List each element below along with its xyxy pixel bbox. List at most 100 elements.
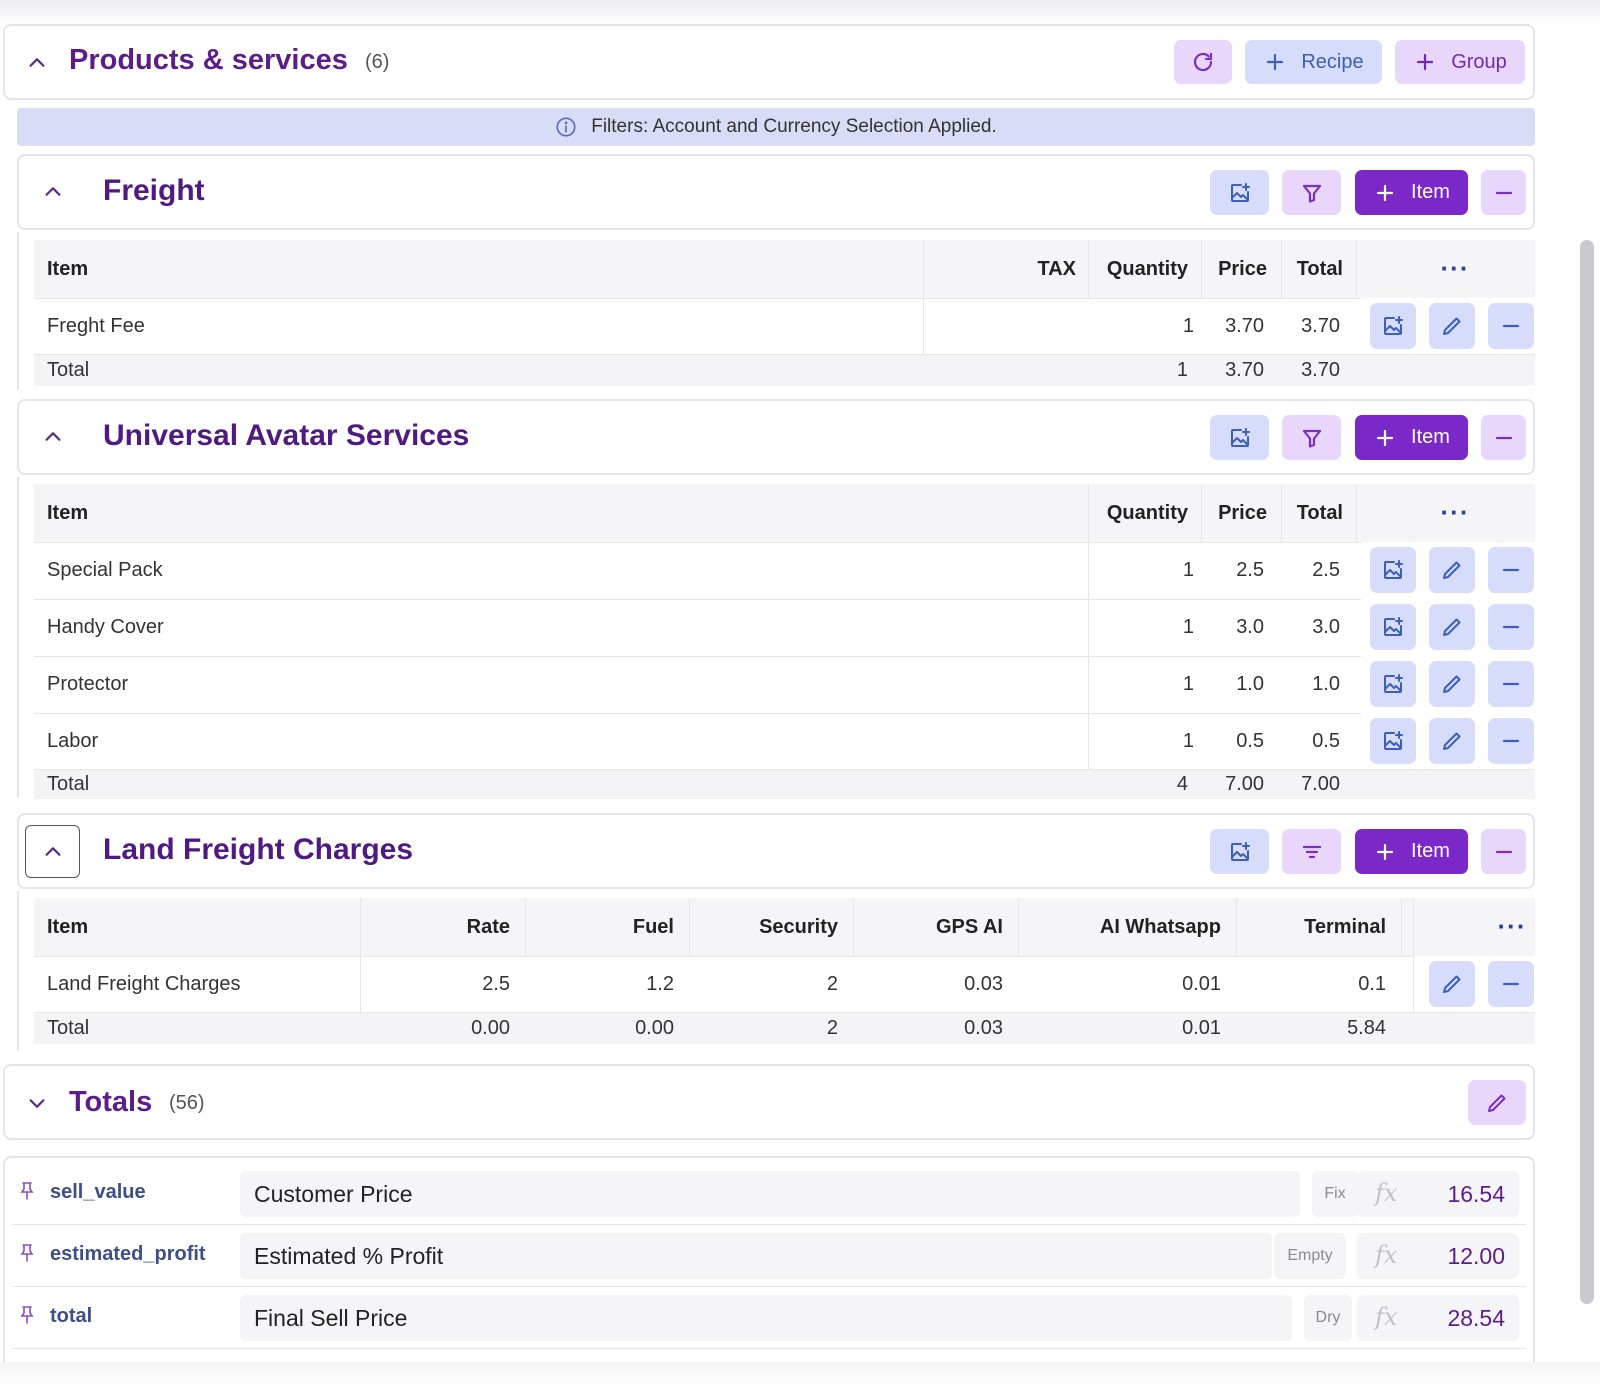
totals-label-field[interactable]: Customer Price [240,1171,1300,1217]
universal-add-item-button[interactable]: Item [1355,415,1468,460]
add-group-button[interactable]: Group [1395,40,1525,84]
chevron-up-icon[interactable] [22,48,52,78]
column-header-price[interactable]: Price [1201,240,1267,298]
row-add-image-button[interactable] [1370,547,1416,593]
column-header-item[interactable]: Item [47,898,88,956]
totals-mode-badge[interactable]: Empty [1274,1233,1346,1279]
column-header-quantity[interactable]: Quantity [1088,240,1188,298]
universal-row-price: 2.5 [1236,559,1264,581]
freight-add-image-button[interactable] [1210,170,1269,215]
column-header-security[interactable]: Security [689,898,838,956]
minus-icon [1502,568,1520,572]
add-item-label: Item [1411,840,1450,862]
column-header-gps[interactable]: GPS AI [853,898,1003,956]
plus-icon [1417,53,1434,71]
universal-row-total: 1.0 [1312,673,1340,695]
column-header-fuel[interactable]: Fuel [525,898,674,956]
totals-mode-badge[interactable]: Fix [1312,1171,1358,1217]
column-header-price[interactable]: Price [1201,484,1267,542]
row-edit-button[interactable] [1429,718,1475,764]
image-add-icon [1230,182,1250,202]
refresh-button[interactable] [1174,40,1232,84]
universal-filter-button[interactable] [1282,415,1341,460]
column-header-item[interactable]: Item [47,240,88,298]
add-item-label: Item [1411,426,1450,448]
totals-header-panel [3,1064,1535,1140]
fx-icon[interactable]: fx [1375,1303,1397,1331]
fx-icon[interactable]: fx [1375,1179,1397,1207]
chevron-down-icon[interactable] [22,1088,52,1118]
totals-value-field[interactable]: fx 16.54 [1357,1171,1519,1217]
land-row-gps: 0.03 [964,972,1003,995]
filter-icon [1302,184,1321,203]
scrollbar[interactable] [1580,240,1594,1304]
universal-add-image-button[interactable] [1210,415,1269,460]
column-header-tax[interactable]: TAX [923,240,1076,298]
land-remove-group-button[interactable] [1481,829,1526,874]
row-remove-button[interactable] [1488,604,1534,650]
row-add-image-button[interactable] [1370,661,1416,707]
row-edit-button[interactable] [1429,547,1475,593]
column-header-whatsapp[interactable]: AI Whatsapp [1018,898,1221,956]
universal-total-total: 7.00 [1301,772,1340,795]
column-header-quantity[interactable]: Quantity [1088,484,1188,542]
row-edit-button[interactable] [1429,604,1475,650]
universal-row-item: Special Pack [47,559,163,581]
column-header-total[interactable]: Total [1281,484,1343,542]
land-total-rate: 0.00 [471,1016,510,1039]
column-options-button[interactable]: ··· [1430,248,1480,288]
pin-icon[interactable] [20,1305,34,1330]
add-recipe-button[interactable]: Recipe [1245,40,1382,84]
freight-add-item-button[interactable]: Item [1355,170,1468,215]
freight-remove-group-button[interactable] [1481,170,1526,215]
column-divider [1401,898,1402,956]
column-header-total[interactable]: Total [1281,240,1343,298]
plus-icon [1267,53,1284,71]
land-add-image-button[interactable] [1210,829,1269,874]
image-add-icon [1384,674,1403,693]
totals-title: Totals [69,1086,153,1118]
totals-row-sell-value: sell_value Customer Price Fix fx 16.54 [12,1163,1526,1223]
row-add-image-button[interactable] [1370,718,1416,764]
freight-filter-button[interactable] [1282,170,1341,215]
row-remove-button[interactable] [1488,961,1534,1007]
chevron-up-icon[interactable] [38,422,68,452]
row-add-image-button[interactable] [1370,303,1416,349]
freight-title: Freight [103,174,205,207]
land-add-item-button[interactable]: Item [1355,829,1468,874]
land-filter-button[interactable] [1282,829,1341,874]
freight-table-border [17,232,19,390]
fx-icon[interactable]: fx [1375,1241,1397,1269]
minus-icon [1495,850,1512,853]
totals-label-field[interactable]: Estimated % Profit [240,1233,1272,1279]
totals-label-field[interactable]: Final Sell Price [240,1295,1292,1341]
column-header-terminal[interactable]: Terminal [1236,898,1386,956]
row-remove-button[interactable] [1488,718,1534,764]
chevron-up-icon[interactable] [25,825,80,878]
totals-value-field[interactable]: fx 28.54 [1357,1295,1519,1341]
universal-remove-group-button[interactable] [1481,415,1526,460]
row-add-image-button[interactable] [1370,604,1416,650]
freight-row-total: 3.70 [1301,314,1340,337]
row-edit-button[interactable] [1429,303,1475,349]
row-remove-button[interactable] [1488,661,1534,707]
row-remove-button[interactable] [1488,303,1534,349]
column-header-item[interactable]: Item [47,484,88,542]
products-count: (6) [365,51,390,73]
plus-icon [1376,429,1394,446]
column-options-button[interactable]: ··· [1430,492,1480,532]
land-row-rate: 2.5 [482,972,510,995]
row-edit-button[interactable] [1429,661,1475,707]
pin-icon[interactable] [20,1243,34,1268]
row-edit-button[interactable] [1429,961,1475,1007]
totals-value-field[interactable]: fx 12.00 [1357,1233,1519,1279]
universal-row-price: 0.5 [1236,729,1264,752]
chevron-up-icon[interactable] [38,177,68,207]
pin-icon[interactable] [20,1181,34,1206]
totals-mode-badge[interactable]: Dry [1304,1295,1352,1341]
row-remove-button[interactable] [1488,547,1534,593]
column-header-rate[interactable]: Rate [360,898,510,956]
totals-edit-button[interactable] [1468,1080,1526,1125]
column-options-button[interactable]: ··· [1487,906,1537,946]
totals-value: 12.00 [1447,1243,1505,1269]
